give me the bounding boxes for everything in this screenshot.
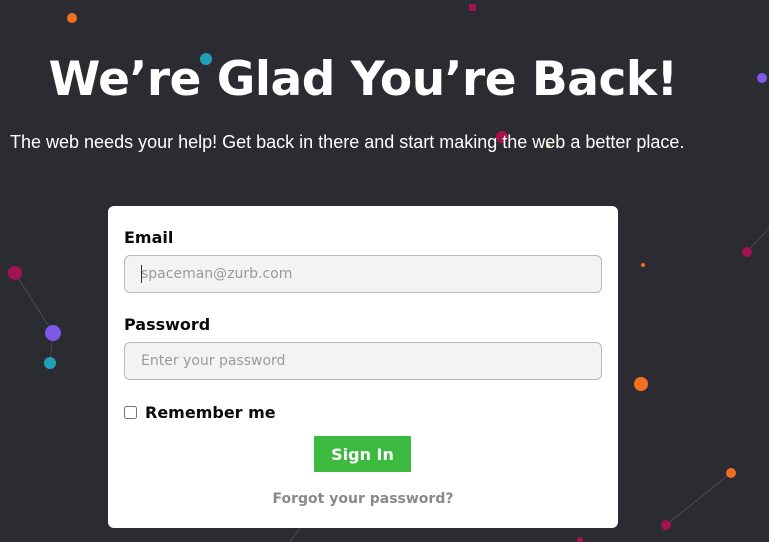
forgot-password-link[interactable]: Forgot your password?	[108, 491, 618, 507]
login-card: Email Password Remember me Sign In Forgo…	[108, 206, 618, 528]
email-label: Email	[124, 228, 174, 247]
particle-link	[665, 472, 732, 526]
remember-me-checkbox[interactable]	[124, 406, 137, 419]
particle-dot	[726, 468, 736, 478]
remember-me-label: Remember me	[145, 403, 276, 422]
remember-me[interactable]: Remember me	[124, 403, 276, 422]
login-page: We’re Glad You’re Back! The web needs yo…	[0, 0, 769, 542]
particle-dot	[67, 13, 77, 23]
page-subtitle: The web needs your help! Get back in the…	[10, 132, 685, 152]
password-label: Password	[124, 315, 211, 334]
particle-link	[289, 527, 301, 542]
particle-dot	[661, 520, 671, 530]
particle-dot	[757, 73, 767, 83]
particle-dot	[641, 263, 645, 267]
text-cursor	[141, 265, 142, 283]
particle-link	[14, 272, 54, 334]
particle-dot	[469, 4, 476, 11]
sign-in-button[interactable]: Sign In	[314, 436, 411, 472]
particle-dot	[8, 266, 22, 280]
page-title: We’re Glad You’re Back!	[48, 52, 678, 107]
particle-dot	[742, 247, 752, 257]
email-field[interactable]	[124, 255, 602, 293]
particle-dot	[634, 377, 648, 391]
particle-dot	[577, 537, 583, 542]
particle-dot	[45, 325, 61, 341]
password-field[interactable]	[124, 342, 602, 380]
particle-dot	[44, 357, 56, 369]
